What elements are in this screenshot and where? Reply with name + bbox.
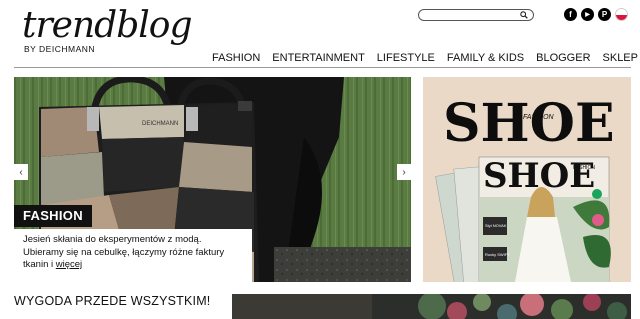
hero-caption[interactable]: Jesień skłania do eksperymentów z modą. … xyxy=(14,229,252,282)
hero-slide[interactable]: DEICHMANN FASHION Jesień skłania do eksp… xyxy=(14,77,411,282)
search-icon[interactable] xyxy=(520,11,528,19)
cover-title: SHOE xyxy=(483,156,595,196)
shoe-magazine-promo[interactable]: SHOE FASHION SHOE FASHION Styl NOVAK Roc… xyxy=(423,77,631,282)
hero-caption-text: Jesień skłania do eksperymentów z modą. … xyxy=(23,234,225,270)
logo[interactable]: trendblog BY DEICHMANN xyxy=(22,5,192,55)
logo-text: trendblog xyxy=(22,5,192,46)
nav-item-entertainment[interactable]: ENTERTAINMENT xyxy=(272,52,365,64)
nav-item-sklep[interactable]: SKLEP xyxy=(603,52,638,64)
magazine-title: SHOE xyxy=(443,93,615,154)
pinterest-icon[interactable]: P xyxy=(598,8,611,21)
cover-title-sub: FASHION xyxy=(573,165,595,171)
nav-item-family-kids[interactable]: FAMILY & KIDS xyxy=(447,52,524,64)
category-badge[interactable]: FASHION xyxy=(14,205,92,227)
chevron-right-icon: › xyxy=(402,166,406,178)
magazine-title-sub: FASHION xyxy=(523,114,555,121)
youtube-icon[interactable]: ▶ xyxy=(581,8,594,21)
section-title[interactable]: WYGODA PRZEDE WSZYSTKIM! xyxy=(14,294,210,308)
bag-brand-label: DEICHMANN xyxy=(142,121,178,127)
facebook-icon[interactable]: f xyxy=(564,8,577,21)
slider-prev-button[interactable]: ‹ xyxy=(14,164,28,180)
chevron-left-icon: ‹ xyxy=(19,166,23,178)
slider-next-button[interactable]: › xyxy=(397,164,411,180)
social-links: f ▶ P xyxy=(564,8,628,21)
nav-divider xyxy=(14,67,631,68)
magazine-artwork: SHOE FASHION SHOE FASHION Styl NOVAK Roc… xyxy=(423,77,631,282)
nav-item-fashion[interactable]: FASHION xyxy=(212,52,260,64)
main-nav: FASHION ENTERTAINMENT LIFESTYLE FAMILY &… xyxy=(206,52,638,64)
teaser-image xyxy=(232,294,631,319)
read-more-link[interactable]: więcej xyxy=(56,259,82,270)
polish-flag-icon[interactable] xyxy=(615,8,628,21)
nav-item-blogger[interactable]: BLOGGER xyxy=(536,52,590,64)
article-teaser-image[interactable] xyxy=(232,294,631,319)
cover-side-label: Styl NOVAK xyxy=(485,223,507,228)
cover-side-label-2: Rocky SWIFT xyxy=(485,252,510,257)
nav-item-lifestyle[interactable]: LIFESTYLE xyxy=(377,52,435,64)
search-box[interactable] xyxy=(418,9,534,21)
search-input[interactable] xyxy=(425,10,515,20)
